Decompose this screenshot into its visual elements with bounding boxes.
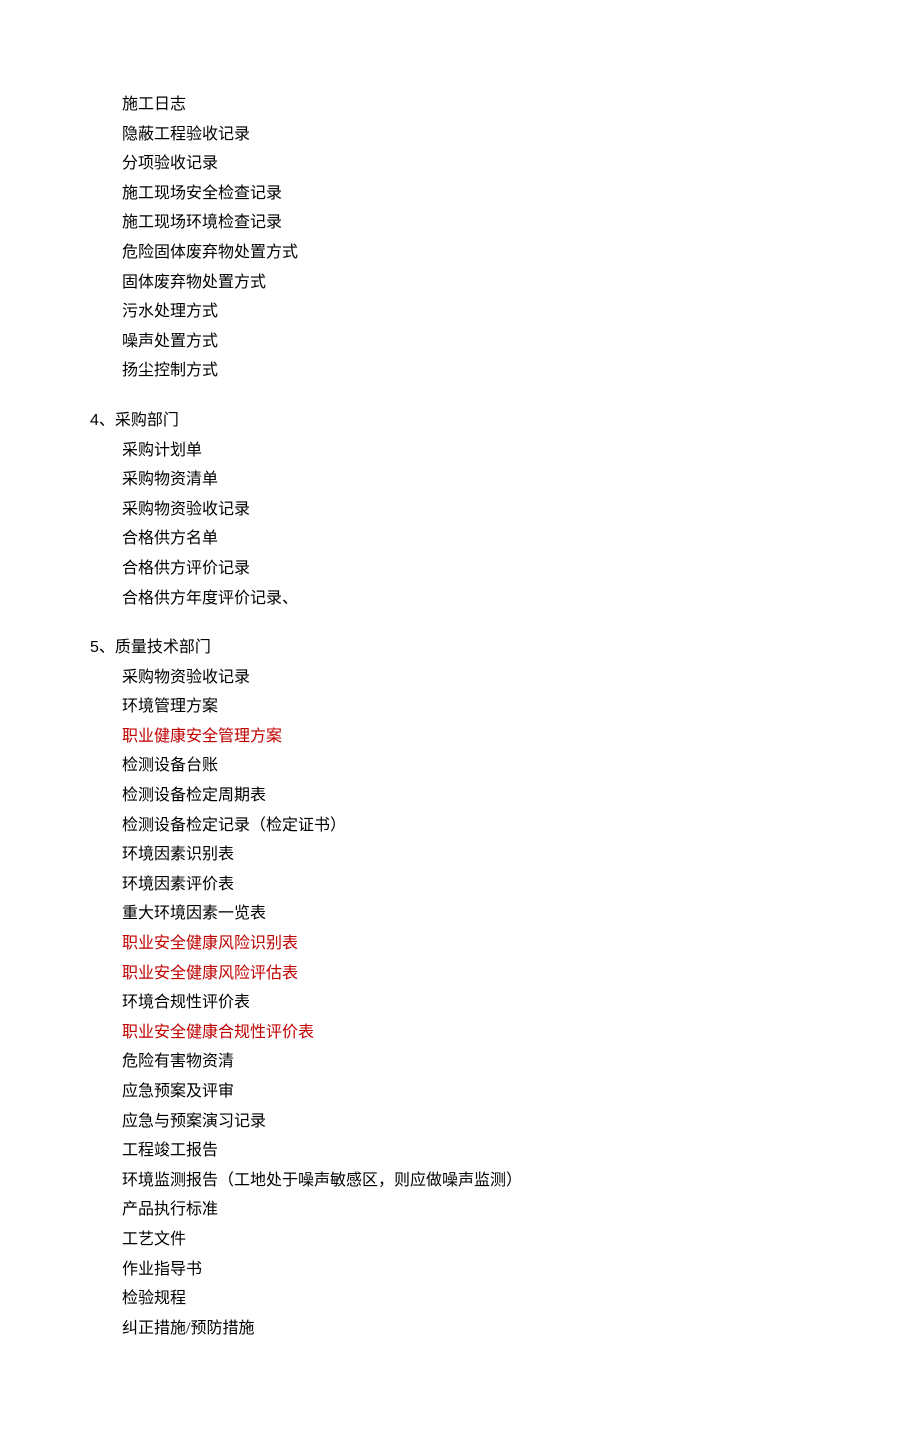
- list-item: 隐蔽工程验收记录: [90, 120, 830, 150]
- list-item: 工艺文件: [90, 1225, 830, 1255]
- list-item: 采购物资验收记录: [90, 663, 830, 693]
- section-number: 4: [90, 412, 99, 429]
- list-item: 扬尘控制方式: [90, 356, 830, 386]
- list-item: 检验规程: [90, 1284, 830, 1314]
- section-number: 5: [90, 639, 99, 656]
- list-item: 污水处理方式: [90, 297, 830, 327]
- list-item: 应急预案及评审: [90, 1077, 830, 1107]
- section-separator: 、: [99, 639, 115, 656]
- list-item: 职业健康安全管理方案: [90, 722, 830, 752]
- list-item: 噪声处置方式: [90, 327, 830, 357]
- list-item: 检测设备台账: [90, 751, 830, 781]
- list-item: 合格供方名单: [90, 524, 830, 554]
- section-header: 4、采购部门: [90, 406, 830, 436]
- list-item: 施工现场环境检查记录: [90, 208, 830, 238]
- list-item: 采购计划单: [90, 436, 830, 466]
- document-body: 施工日志隐蔽工程验收记录分项验收记录施工现场安全检查记录施工现场环境检查记录危险…: [90, 90, 830, 1343]
- list-item: 应急与预案演习记录: [90, 1107, 830, 1137]
- list-item: 危险有害物资清: [90, 1047, 830, 1077]
- list-item: 职业安全健康风险识别表: [90, 929, 830, 959]
- list-item: 环境管理方案: [90, 692, 830, 722]
- list-item: 检测设备检定周期表: [90, 781, 830, 811]
- list-item: 纠正措施/预防措施: [90, 1314, 830, 1344]
- list-item: 危险固体废弃物处置方式: [90, 238, 830, 268]
- list-item: 环境监测报告（工地处于噪声敏感区，则应做噪声监测）: [90, 1166, 830, 1196]
- list-item: 环境合规性评价表: [90, 988, 830, 1018]
- section-separator: 、: [99, 412, 115, 429]
- list-item: 产品执行标准: [90, 1195, 830, 1225]
- list-item: 工程竣工报告: [90, 1136, 830, 1166]
- section-header: 5、质量技术部门: [90, 633, 830, 663]
- list-item: 施工现场安全检查记录: [90, 179, 830, 209]
- list-item: 采购物资清单: [90, 465, 830, 495]
- section-title: 采购部门: [115, 412, 179, 429]
- list-item: 作业指导书: [90, 1255, 830, 1285]
- list-item: 职业安全健康风险评估表: [90, 959, 830, 989]
- list-item: 环境因素识别表: [90, 840, 830, 870]
- list-item: 职业安全健康合规性评价表: [90, 1018, 830, 1048]
- list-item: 固体废弃物处置方式: [90, 268, 830, 298]
- section-title: 质量技术部门: [115, 639, 211, 656]
- list-item: 采购物资验收记录: [90, 495, 830, 525]
- list-item: 环境因素评价表: [90, 870, 830, 900]
- list-item: 合格供方年度评价记录、: [90, 584, 830, 614]
- list-item: 重大环境因素一览表: [90, 899, 830, 929]
- list-item: 检测设备检定记录（检定证书）: [90, 811, 830, 841]
- list-item: 合格供方评价记录: [90, 554, 830, 584]
- list-item: 施工日志: [90, 90, 830, 120]
- list-item: 分项验收记录: [90, 149, 830, 179]
